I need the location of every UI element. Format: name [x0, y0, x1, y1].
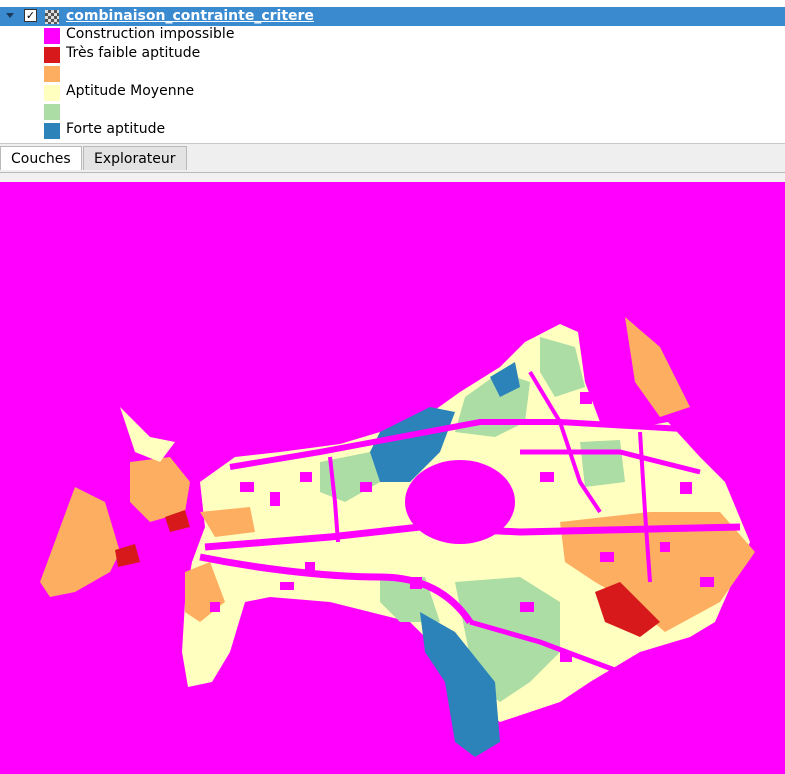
layers-panel: ✓ combinaison_contrainte_critere Constru…: [0, 0, 785, 144]
tab-explorateur[interactable]: Explorateur: [83, 146, 187, 170]
suitability-zone: [580, 440, 625, 487]
legend-swatch: [44, 47, 60, 63]
tab-couches[interactable]: Couches: [0, 146, 82, 170]
raster-layer-icon: [45, 10, 59, 24]
legend-swatch: [44, 28, 60, 44]
layer-row-combinaison[interactable]: ✓ combinaison_contrainte_critere: [0, 7, 785, 26]
legend-label: Très faible aptitude: [66, 45, 201, 61]
map-top-margin: [0, 173, 785, 182]
legend-swatch: [44, 104, 60, 120]
chevron-down-icon[interactable]: [6, 13, 14, 18]
legend-label: Forte aptitude: [66, 121, 166, 137]
legend-label: Construction impossible: [66, 26, 235, 42]
legend-swatch: [44, 85, 60, 101]
panel-tabbar: Couches Explorateur: [0, 144, 785, 173]
legend-swatch: [44, 66, 60, 82]
raster-map[interactable]: [0, 182, 785, 774]
map-canvas[interactable]: [0, 182, 785, 774]
legend-swatch: [44, 123, 60, 139]
checkbox-checked-icon[interactable]: ✓: [24, 9, 37, 22]
layer-name[interactable]: combinaison_contrainte_critere: [66, 8, 314, 24]
legend-label: Aptitude Moyenne: [66, 83, 195, 99]
